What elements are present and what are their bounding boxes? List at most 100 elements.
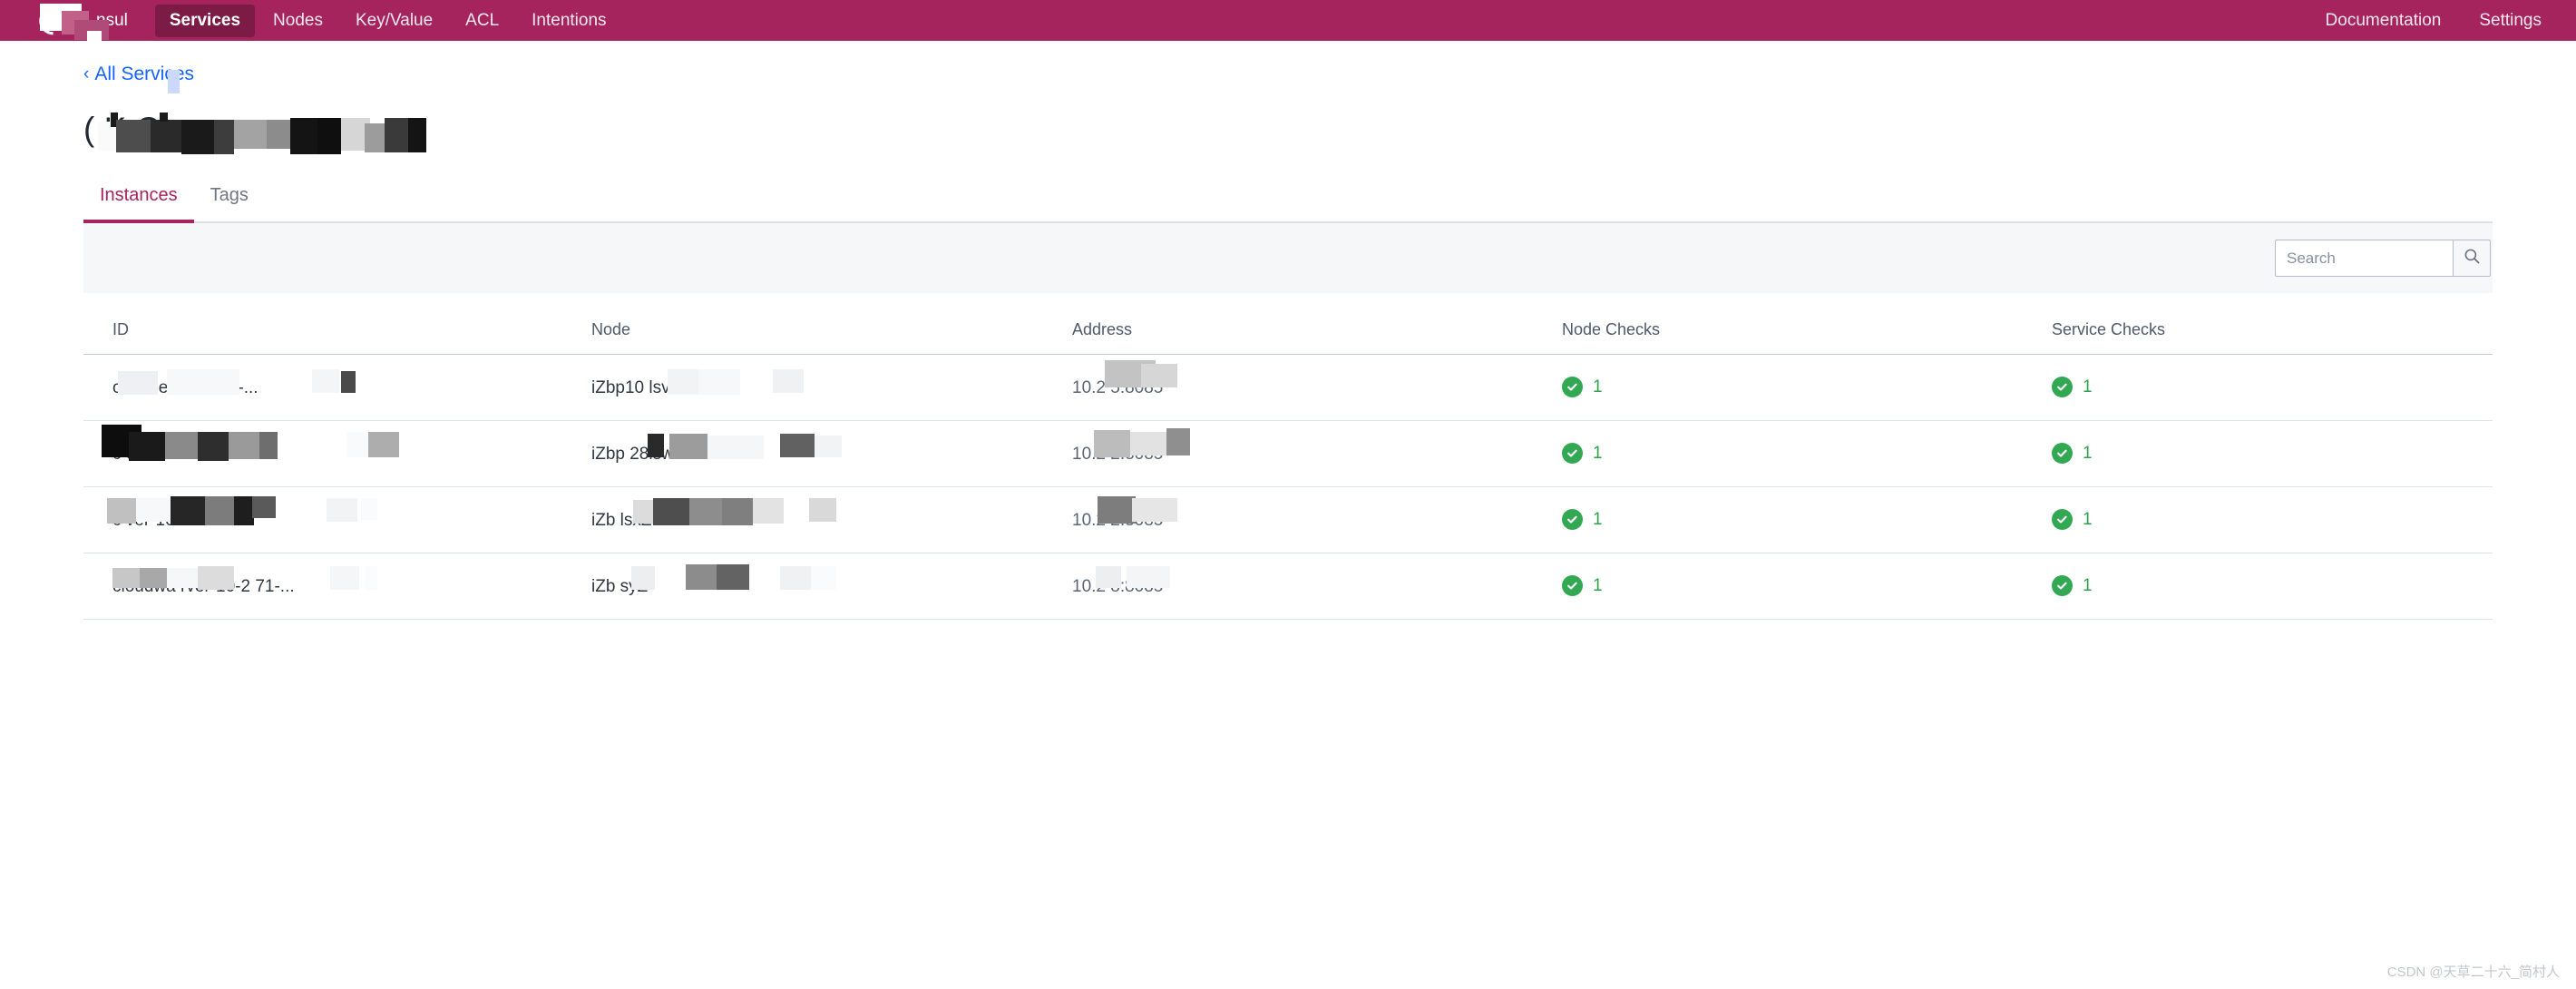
column-header-address[interactable]: Address [1072, 293, 1562, 355]
column-header-node[interactable]: Node [591, 293, 1072, 355]
cell-node[interactable]: iZb lsxZ [591, 486, 1072, 553]
cell-address: 10.2 8:8085 [1072, 553, 1562, 620]
cell-service-checks: 1 [2052, 354, 2493, 421]
tab-tags[interactable]: Tags [194, 171, 265, 221]
search-input[interactable] [2275, 240, 2453, 277]
node-name-text: iZbp 28lswZ [591, 444, 685, 464]
service-check-count: 1 [2083, 443, 2093, 463]
column-header-node-checks[interactable]: Node Checks [1562, 293, 2052, 355]
node-check-status: 1 [1562, 377, 1603, 397]
redaction-block [809, 498, 836, 522]
redaction-block [722, 498, 753, 525]
nav-item-intentions[interactable]: Intentions [517, 5, 620, 37]
cell-node[interactable]: iZbp10 lsvZ [591, 354, 1072, 421]
check-circle-icon [1562, 443, 1583, 464]
instances-table: ID Node Address Node Checks Service Chec… [83, 293, 2493, 620]
check-circle-icon [1562, 575, 1583, 596]
node-check-status: 1 [1562, 575, 1603, 596]
page-title-wrapper: ( K C ver [83, 103, 2493, 160]
table-row[interactable]: c er-10-22 7-... iZbp 28lswZ 10.2 2:8085… [83, 420, 2493, 487]
cell-node[interactable]: iZbp 28lswZ [591, 420, 1072, 487]
redaction-block [773, 369, 804, 393]
cell-id[interactable]: cloudwa rver-10-2 71-... [83, 553, 591, 620]
check-circle-icon [2052, 575, 2073, 596]
redaction-block [780, 566, 811, 590]
node-check-status: 1 [1562, 509, 1603, 530]
page-title: ( K C ver [83, 111, 216, 148]
main-content: ‹ All Services ( K C ver Instances Tags [0, 41, 2576, 620]
redaction-block [689, 498, 722, 525]
datacenter-name[interactable]: nsul [40, 3, 128, 54]
cell-id[interactable]: c er-10-22 7-... [83, 420, 591, 487]
node-check-status: 1 [1562, 443, 1603, 464]
redaction-block [815, 436, 842, 457]
check-circle-icon [1562, 377, 1583, 397]
check-circle-icon [2052, 443, 2073, 464]
cell-address: 10.2 2:8085 [1072, 420, 1562, 487]
chevron-left-icon: ‹ [83, 64, 90, 83]
table-head: ID Node Address Node Checks Service Chec… [83, 293, 2493, 355]
redaction-block [330, 566, 359, 590]
redaction-block [717, 564, 749, 590]
csdn-watermark: CSDN @天草二十六_简村人 [2386, 965, 2560, 980]
redaction-block [698, 369, 740, 395]
cell-id[interactable]: c ver-10-2 9-... [83, 486, 591, 553]
redaction-block [341, 371, 356, 393]
instance-id-text: cloud er-10-2 71-... [112, 377, 259, 397]
cell-service-checks: 1 [2052, 420, 2493, 487]
table-row[interactable]: cloud er-10-2 71-... iZbp10 lsvZ 10.2 5:… [83, 354, 2493, 421]
service-check-status: 1 [2052, 509, 2093, 530]
consul-logo-icon[interactable] [34, 3, 71, 39]
redaction-block [368, 432, 399, 457]
nav-item-acl[interactable]: ACL [451, 5, 513, 37]
node-name-text: iZb lsxZ [591, 510, 652, 530]
nav-item-settings[interactable]: Settings [2479, 5, 2542, 37]
instance-id-text: cloudwa rver-10-2 71-... [112, 576, 295, 596]
redaction-block [168, 70, 180, 93]
top-navigation-bar: nsul Services Nodes Key/Value ACL Intent… [0, 0, 2576, 54]
check-circle-icon [2052, 377, 2073, 397]
table-body: cloud er-10-2 71-... iZbp10 lsvZ 10.2 5:… [83, 354, 2493, 620]
nav-item-nodes[interactable]: Nodes [259, 5, 337, 37]
node-name-text: iZb syZ [591, 576, 649, 596]
redaction-block [653, 498, 689, 525]
secondary-nav-items: Documentation Settings [2326, 5, 2542, 37]
table-header-row: ID Node Address Node Checks Service Chec… [83, 293, 2493, 355]
redaction-block [753, 498, 784, 524]
cell-node[interactable]: iZb syZ [591, 553, 1072, 620]
node-check-count: 1 [1593, 377, 1603, 397]
column-header-id[interactable]: ID [83, 293, 591, 355]
service-check-count: 1 [2083, 575, 2093, 595]
cell-service-checks: 1 [2052, 486, 2493, 553]
check-circle-icon [2052, 509, 2073, 530]
redaction-block [707, 436, 764, 459]
table-toolbar [83, 223, 2493, 293]
cell-node-checks: 1 [1562, 486, 2052, 553]
node-check-count: 1 [1593, 575, 1603, 595]
cell-node-checks: 1 [1562, 354, 2052, 421]
address-text: 10.2 8:8085 [1072, 576, 1164, 596]
redaction-block [234, 496, 254, 525]
cell-address: 10.2 5:8085 [1072, 354, 1562, 421]
column-header-service-checks[interactable]: Service Checks [2052, 293, 2493, 355]
search-icon [2464, 248, 2481, 269]
cell-node-checks: 1 [1562, 420, 2052, 487]
table-row[interactable]: c ver-10-2 9-... iZb lsxZ 10.2 2:8085 1 … [83, 486, 2493, 553]
address-text: 10.2 2:8085 [1072, 444, 1164, 464]
cell-id[interactable]: cloud er-10-2 71-... [83, 354, 591, 421]
nav-item-documentation[interactable]: Documentation [2326, 5, 2442, 37]
search-group [2275, 240, 2491, 277]
nav-item-services[interactable]: Services [154, 4, 256, 37]
service-check-status: 1 [2052, 377, 2093, 397]
nav-item-keyvalue[interactable]: Key/Value [341, 5, 447, 37]
cell-address: 10.2 2:8085 [1072, 486, 1562, 553]
tab-instances[interactable]: Instances [83, 171, 194, 223]
node-check-count: 1 [1593, 509, 1603, 529]
redaction-block [312, 369, 339, 393]
service-check-status: 1 [2052, 575, 2093, 596]
service-tabs: Instances Tags [83, 171, 2493, 223]
instance-id-text: c er-10-22 7-... [112, 444, 226, 464]
search-button[interactable] [2453, 240, 2491, 277]
address-text: 10.2 2:8085 [1072, 510, 1164, 530]
table-row[interactable]: cloudwa rver-10-2 71-... iZb syZ 10.2 8:… [83, 553, 2493, 620]
